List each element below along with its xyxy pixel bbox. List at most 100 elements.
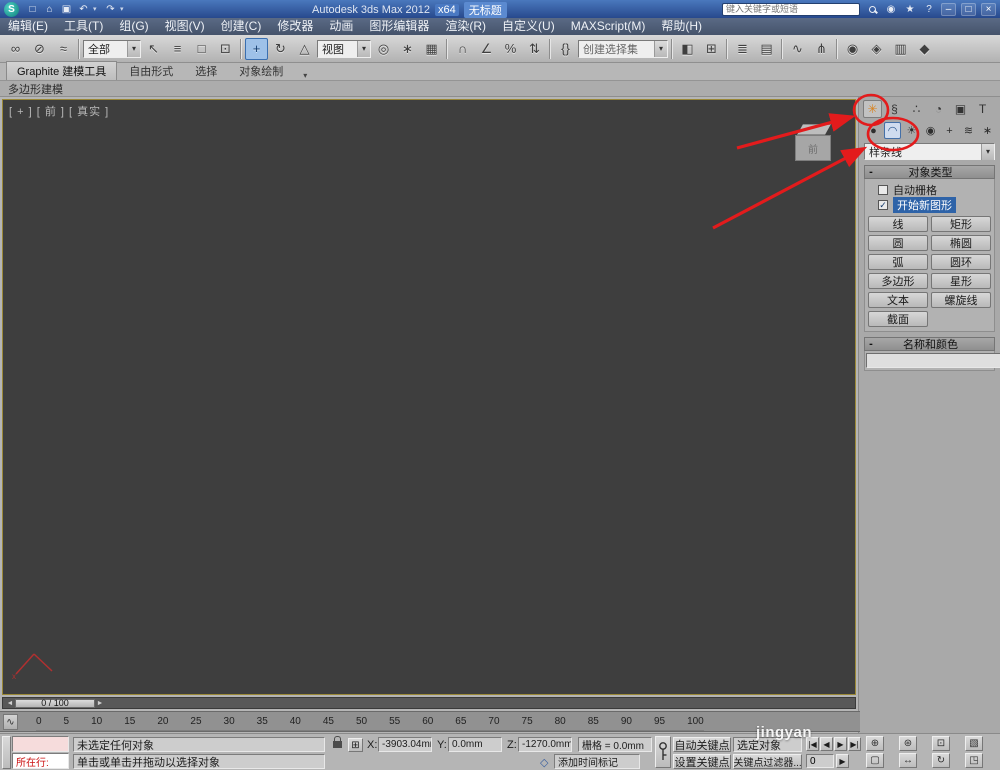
geometry-icon[interactable]: ● [865,122,882,139]
viewport-label[interactable]: [ + ] [ 前 ] [ 真实 ] [9,103,109,119]
select-and-scale-icon[interactable]: △ [293,38,316,60]
lights-icon[interactable]: ☀ [903,122,920,139]
redo-dropdown-icon[interactable]: ▾ [120,5,128,13]
go-to-end-icon[interactable]: ▶| [848,737,861,751]
pan-icon[interactable]: ↔ [899,753,917,768]
menu-animation[interactable]: 动画 [321,18,361,35]
mirror-icon[interactable]: ◧ [676,38,699,60]
viewcube-top-face[interactable] [797,124,831,135]
y-coordinate-field[interactable]: 0.0mm [448,737,502,752]
window-crossing-icon[interactable]: ⊡ [214,38,237,60]
menu-customize[interactable]: 自定义(U) [494,18,563,35]
tab-create-icon[interactable]: ✳ [863,100,882,118]
search-input[interactable] [722,2,860,16]
menu-graph-editors[interactable]: 图形编辑器 [361,18,437,35]
percent-snap-icon[interactable]: % [499,38,522,60]
tab-object-paint[interactable]: 对象绘制 [229,62,293,80]
name-color-header[interactable]: - 名称和颜色 [864,337,995,351]
render-production-icon[interactable]: ◆ [913,38,936,60]
x-coordinate-field[interactable]: -3903.04mm [378,737,432,752]
reference-coordinate-dropdown[interactable]: 视图 ▾ [317,39,371,58]
spacewarps-icon[interactable]: ≋ [960,122,977,139]
menu-maxscript[interactable]: MAXScript(M) [563,18,654,35]
next-frame-icon[interactable]: ▶ [836,754,849,768]
systems-icon[interactable]: ∗ [979,122,996,139]
zoom-extents-icon[interactable]: ⊡ [932,736,950,751]
listener-splitter[interactable] [2,736,11,769]
viewport[interactable]: [ + ] [ 前 ] [ 真实 ] 前 x [2,99,856,695]
rectangle-button[interactable]: 矩形 [931,216,991,232]
object-name-field[interactable] [866,353,1000,368]
chevron-down-icon[interactable]: ▾ [127,40,140,57]
add-time-tag[interactable]: 添加时间标记 [554,754,640,769]
tab-display-icon[interactable]: ▣ [951,100,970,118]
menu-modifiers[interactable]: 修改器 [269,18,321,35]
curve-editor-icon[interactable]: ∿ [786,38,809,60]
orbit-icon[interactable]: ↻ [932,753,950,768]
tab-modify-icon[interactable]: § [885,100,904,118]
select-object-icon[interactable]: ↖ [142,38,165,60]
text-button[interactable]: 文本 [868,292,928,308]
autogrid-checkbox[interactable] [878,184,888,195]
help-icon[interactable]: ? [922,2,936,16]
viewcube-front-face[interactable]: 前 [795,135,831,161]
circle-button[interactable]: 圆 [868,235,928,251]
menu-rendering[interactable]: 渲染(R) [437,18,494,35]
arc-button[interactable]: 弧 [868,254,928,270]
new-file-icon[interactable]: □ [25,2,40,16]
menu-views[interactable]: 视图(V) [157,18,213,35]
align-icon[interactable]: ⊞ [700,38,723,60]
restore-button[interactable]: □ [961,2,976,16]
line-button[interactable]: 线 [868,216,928,232]
cameras-icon[interactable]: ◉ [922,122,939,139]
zoom-all-icon[interactable]: ⊛ [899,736,917,751]
chevron-down-icon[interactable]: ▾ [357,40,370,57]
unlink-selection-icon[interactable]: ⊘ [28,38,51,60]
app-logo-icon[interactable]: S [4,1,19,17]
ngon-button[interactable]: 多边形 [868,273,928,289]
chevron-down-icon[interactable]: ▾ [654,40,667,57]
angle-snap-icon[interactable]: ∠ [475,38,498,60]
absolute-mode-icon[interactable]: ⊞ [348,738,363,752]
menu-tools[interactable]: 工具(T) [56,18,111,35]
helix-button[interactable]: 螺旋线 [931,292,991,308]
collapse-icon[interactable]: - [865,166,877,178]
menu-help[interactable]: 帮助(H) [653,18,710,35]
shapes-icon[interactable]: ◠ [884,122,901,139]
ellipse-button[interactable]: 椭圆 [931,235,991,251]
key-filters-button[interactable]: 关键点过滤器... [733,754,802,769]
menu-group[interactable]: 组(G) [111,18,156,35]
tab-motion-icon[interactable]: ◔ [929,100,948,118]
select-and-rotate-icon[interactable]: ↻ [269,38,292,60]
named-selection-dropdown[interactable]: 创建选择集 ▾ [578,39,668,58]
frame-forward-icon[interactable]: ► [95,700,105,707]
rendered-frame-window-icon[interactable]: ▥ [889,38,912,60]
search-icon[interactable] [865,2,879,16]
collapse-icon[interactable]: - [865,338,877,350]
spinner-snap-icon[interactable]: ⇅ [523,38,546,60]
communication-center-icon[interactable]: ◉ [884,2,898,16]
ribbon-panel-polygon-modeling[interactable]: 多边形建模 [8,81,63,97]
zoom-icon[interactable]: ⊕ [866,736,884,751]
ribbon-options-icon[interactable]: ▾ [295,71,315,80]
set-key-button[interactable] [655,736,671,768]
tab-freeform[interactable]: 自由形式 [119,62,183,80]
open-file-icon[interactable]: ⌂ [42,2,57,16]
favorites-icon[interactable]: ★ [903,2,917,16]
tab-hierarchy-icon[interactable]: ∴ [907,100,926,118]
maxscript-mini-listener[interactable]: 所在行: [12,753,69,769]
tab-selection[interactable]: 选择 [185,62,227,80]
close-button[interactable]: × [981,2,996,16]
minimize-button[interactable]: – [941,2,956,16]
play-icon[interactable]: ▶ [834,737,847,751]
star-button[interactable]: 星形 [931,273,991,289]
track-bar[interactable]: ∿ 0 5 10 15 20 25 30 35 40 45 50 55 60 6… [0,711,860,732]
menu-edit[interactable]: 编辑(E) [0,18,56,35]
field-of-view-icon[interactable]: ▢ [866,753,884,768]
selection-lock-icon[interactable] [330,736,345,752]
render-setup-icon[interactable]: ◈ [865,38,888,60]
helpers-icon[interactable]: + [941,122,958,139]
bind-to-spacewarp-icon[interactable]: ≈ [52,38,75,60]
set-key-mode-button[interactable]: 设置关键点 [673,754,731,769]
layer-manager-icon[interactable]: ≣ [731,38,754,60]
